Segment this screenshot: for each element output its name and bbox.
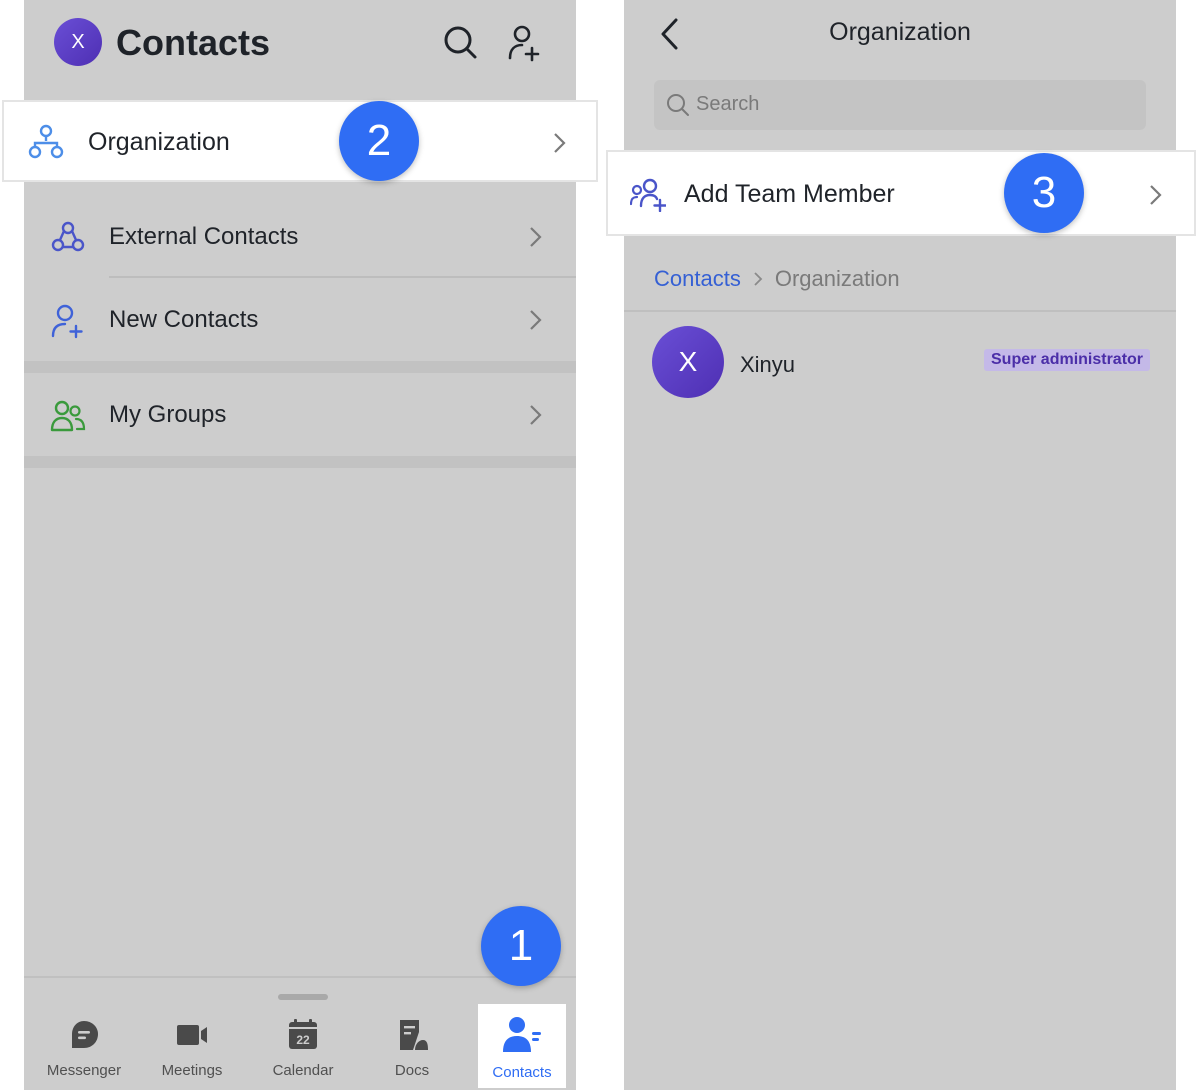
chevron-right-icon — [530, 227, 542, 247]
tab-contacts[interactable]: Contacts — [478, 1004, 566, 1088]
breadcrumb-root[interactable]: Contacts — [654, 266, 741, 291]
row-my-groups[interactable]: My Groups — [24, 374, 576, 456]
divider — [624, 310, 1176, 312]
tab-docs[interactable]: Docs — [362, 1016, 462, 1086]
meetings-icon — [177, 1025, 207, 1045]
member-avatar: X — [652, 326, 724, 398]
role-badge: Super administrator — [984, 349, 1151, 371]
add-team-member-icon — [630, 178, 666, 212]
search-input[interactable]: Search — [654, 80, 1146, 130]
row-label: External Contacts — [109, 223, 299, 250]
tab-label: Contacts — [492, 1064, 552, 1081]
section-gap — [24, 456, 576, 468]
step-badge-3: 3 — [1004, 153, 1084, 233]
search-icon — [667, 94, 689, 116]
add-team-member-label: Add Team Member — [684, 180, 895, 208]
chevron-right-icon — [754, 272, 763, 286]
breadcrumb-current: Organization — [774, 266, 900, 291]
chevron-right-icon — [530, 310, 542, 330]
organization-icon — [28, 124, 64, 159]
page-title: Organization — [829, 18, 971, 46]
divider — [109, 276, 576, 278]
chevron-right-icon — [1150, 185, 1162, 205]
search-icon[interactable] — [440, 22, 480, 62]
row-external-contacts[interactable]: External Contacts — [24, 196, 576, 278]
groups-icon — [50, 400, 86, 432]
user-avatar[interactable]: X — [54, 18, 102, 66]
row-label: My Groups — [109, 401, 227, 428]
calendar-day: 22 — [296, 1033, 310, 1047]
chevron-right-icon — [530, 405, 542, 425]
tabbar-divider — [24, 976, 576, 978]
tab-label: Meetings — [161, 1062, 223, 1079]
search-placeholder: Search — [696, 93, 760, 115]
contacts-icon — [503, 1017, 541, 1052]
member-name: Xinyu — [740, 352, 796, 377]
tab-label: Calendar — [272, 1062, 334, 1079]
row-label: New Contacts — [109, 306, 259, 333]
add-team-member-row[interactable]: Add Team Member — [606, 150, 1196, 236]
page-title: Contacts — [116, 22, 271, 63]
messenger-icon — [72, 1021, 98, 1048]
contacts-header: X Contacts — [24, 0, 576, 90]
external-contacts-icon — [51, 221, 85, 252]
tab-label: Messenger — [46, 1062, 122, 1079]
docs-icon — [400, 1020, 428, 1050]
tab-messenger[interactable]: Messenger — [34, 1016, 134, 1086]
chevron-right-icon — [554, 133, 566, 153]
avatar-letter: X — [71, 30, 85, 53]
avatar-letter: X — [678, 346, 698, 377]
row-label: Organization — [88, 128, 230, 156]
tab-calendar[interactable]: 22 Calendar — [253, 1016, 353, 1086]
calendar-icon: 22 — [289, 1019, 317, 1049]
step-badge-1: 1 — [481, 906, 561, 986]
tab-meetings[interactable]: Meetings — [142, 1016, 242, 1086]
row-new-contacts[interactable]: New Contacts — [24, 279, 576, 361]
home-indicator — [278, 994, 328, 1000]
section-gap — [24, 361, 576, 373]
new-contacts-icon — [51, 304, 83, 339]
tab-label: Docs — [394, 1062, 430, 1079]
breadcrumb: Contacts Organization — [654, 266, 900, 292]
step-badge-2: 2 — [339, 101, 419, 181]
row-organization[interactable]: Organization — [2, 100, 598, 182]
add-contact-icon[interactable] — [504, 22, 544, 62]
